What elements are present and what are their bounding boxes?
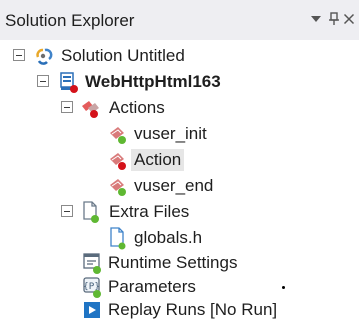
script-icon [106,173,132,199]
dropdown-icon [311,16,321,22]
collapse-toggle[interactable] [37,75,49,87]
replay-runs-icon [80,297,106,323]
extra-files-icon [78,199,104,225]
script-icon [106,147,132,173]
tree-label-vuser-init: vuser_init [134,124,207,143]
tree-node-globals-h[interactable]: globals.h [106,225,286,251]
header-file-icon [106,225,132,251]
error-badge-icon [90,110,98,118]
tree-node-solution[interactable]: Solution Untitled [13,43,313,69]
tree-label-extra-files: Extra Files [109,202,190,221]
collapse-toggle[interactable] [61,205,73,217]
tree-label-replay-runs: Replay Runs [No Run] [108,300,278,319]
runtime-settings-icon [80,250,106,276]
tree-label-action: Action [131,149,185,171]
actions-folder-icon [78,95,104,121]
ok-badge-icon [118,188,126,196]
ok-badge-icon [93,266,101,274]
panel-header: Solution Explorer [0,0,359,40]
panel-title: Solution Explorer [5,11,135,30]
error-badge-icon [118,162,126,170]
tree-node-vuser-end[interactable]: vuser_end [106,173,286,199]
tree-node-replay-runs[interactable]: Replay Runs [No Run] [80,297,320,323]
collapse-toggle[interactable] [13,49,25,61]
tree-label-actions: Actions [109,98,165,117]
close-icon [343,13,355,25]
tree-node-action[interactable]: Action [106,147,286,173]
tree-node-extra-files[interactable]: Extra Files [61,199,321,225]
tree-label-runtime-settings: Runtime Settings [108,253,238,272]
tree-label-parameters: Parameters [108,277,196,296]
tree-label-vuser-end: vuser_end [134,176,214,195]
script-icon [106,121,132,147]
tree-label-globals-h: globals.h [134,228,203,247]
close-button[interactable] [338,6,359,32]
tree-node-runtime-settings[interactable]: Runtime Settings [80,250,300,276]
tree-label-solution: Solution Untitled [61,46,185,65]
solution-explorer-panel: Solution Explorer Solution Untitled WebH… [0,0,359,320]
ok-badge-icon [91,215,99,223]
tree-label-project: WebHttpHtml163 [85,72,221,91]
ok-badge-icon [118,242,126,250]
tree-node-actions-folder[interactable]: Actions [61,95,321,121]
error-badge-icon [70,85,78,93]
solution-icon [32,43,58,69]
tree-node-vuser-init[interactable]: vuser_init [106,121,286,147]
collapse-toggle[interactable] [61,101,73,113]
stray-dot [282,286,285,289]
tree-node-project[interactable]: WebHttpHtml163 [37,69,337,95]
project-icon [56,69,82,95]
ok-badge-icon [118,136,126,144]
